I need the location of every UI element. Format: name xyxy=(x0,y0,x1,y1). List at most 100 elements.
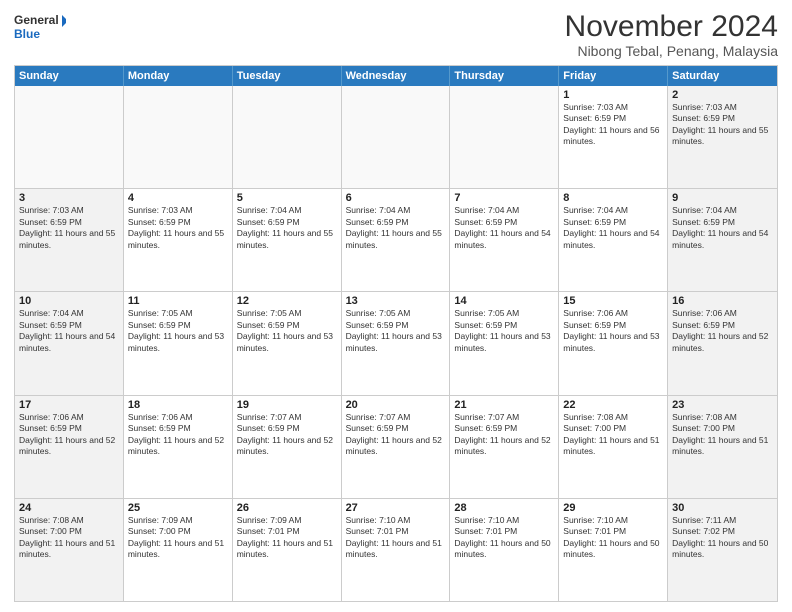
sunset-text: Sunset: 6:59 PM xyxy=(346,217,446,228)
sunset-text: Sunset: 6:59 PM xyxy=(563,320,663,331)
sunrise-text: Sunrise: 7:09 AM xyxy=(237,515,337,526)
daylight-text: Daylight: 11 hours and 54 minutes. xyxy=(563,228,663,251)
sunset-text: Sunset: 6:59 PM xyxy=(454,423,554,434)
sunset-text: Sunset: 6:59 PM xyxy=(454,217,554,228)
day-number: 30 xyxy=(672,502,773,514)
calendar-cell: 26 Sunrise: 7:09 AM Sunset: 7:01 PM Dayl… xyxy=(233,499,342,601)
calendar-cell: 27 Sunrise: 7:10 AM Sunset: 7:01 PM Dayl… xyxy=(342,499,451,601)
daylight-text: Daylight: 11 hours and 52 minutes. xyxy=(346,435,446,458)
day-number: 27 xyxy=(346,502,446,514)
sunset-text: Sunset: 6:59 PM xyxy=(454,320,554,331)
calendar-cell: 18 Sunrise: 7:06 AM Sunset: 6:59 PM Dayl… xyxy=(124,396,233,498)
sunrise-text: Sunrise: 7:05 AM xyxy=(128,308,228,319)
calendar-cell xyxy=(124,86,233,188)
day-number: 9 xyxy=(672,192,773,204)
sunrise-text: Sunrise: 7:03 AM xyxy=(128,205,228,216)
daylight-text: Daylight: 11 hours and 52 minutes. xyxy=(454,435,554,458)
calendar-cell xyxy=(450,86,559,188)
sunrise-text: Sunrise: 7:04 AM xyxy=(346,205,446,216)
sunset-text: Sunset: 7:02 PM xyxy=(672,526,773,537)
sunrise-text: Sunrise: 7:09 AM xyxy=(128,515,228,526)
day-number: 21 xyxy=(454,399,554,411)
day-number: 10 xyxy=(19,295,119,307)
calendar-cell: 8 Sunrise: 7:04 AM Sunset: 6:59 PM Dayli… xyxy=(559,189,668,291)
calendar-cell: 15 Sunrise: 7:06 AM Sunset: 6:59 PM Dayl… xyxy=(559,292,668,394)
sunset-text: Sunset: 6:59 PM xyxy=(128,217,228,228)
header-saturday: Saturday xyxy=(668,66,777,86)
header-sunday: Sunday xyxy=(15,66,124,86)
calendar-cell: 7 Sunrise: 7:04 AM Sunset: 6:59 PM Dayli… xyxy=(450,189,559,291)
sunrise-text: Sunrise: 7:04 AM xyxy=(563,205,663,216)
daylight-text: Daylight: 11 hours and 50 minutes. xyxy=(563,538,663,561)
sunset-text: Sunset: 6:59 PM xyxy=(563,217,663,228)
day-number: 22 xyxy=(563,399,663,411)
sunrise-text: Sunrise: 7:03 AM xyxy=(19,205,119,216)
day-number: 25 xyxy=(128,502,228,514)
location: Nibong Tebal, Penang, Malaysia xyxy=(565,43,778,59)
calendar-cell: 3 Sunrise: 7:03 AM Sunset: 6:59 PM Dayli… xyxy=(15,189,124,291)
calendar-cell: 28 Sunrise: 7:10 AM Sunset: 7:01 PM Dayl… xyxy=(450,499,559,601)
sunrise-text: Sunrise: 7:10 AM xyxy=(346,515,446,526)
day-number: 24 xyxy=(19,502,119,514)
sunset-text: Sunset: 6:59 PM xyxy=(346,423,446,434)
sunrise-text: Sunrise: 7:06 AM xyxy=(563,308,663,319)
calendar-week-5: 24 Sunrise: 7:08 AM Sunset: 7:00 PM Dayl… xyxy=(15,499,777,601)
day-number: 13 xyxy=(346,295,446,307)
day-number: 16 xyxy=(672,295,773,307)
logo-icon: General Blue xyxy=(14,10,66,46)
sunrise-text: Sunrise: 7:07 AM xyxy=(237,412,337,423)
daylight-text: Daylight: 11 hours and 53 minutes. xyxy=(454,331,554,354)
calendar-cell xyxy=(233,86,342,188)
sunrise-text: Sunrise: 7:05 AM xyxy=(454,308,554,319)
sunrise-text: Sunrise: 7:10 AM xyxy=(454,515,554,526)
month-title: November 2024 xyxy=(565,10,778,43)
day-number: 6 xyxy=(346,192,446,204)
sunrise-text: Sunrise: 7:08 AM xyxy=(563,412,663,423)
calendar-cell: 29 Sunrise: 7:10 AM Sunset: 7:01 PM Dayl… xyxy=(559,499,668,601)
daylight-text: Daylight: 11 hours and 52 minutes. xyxy=(672,331,773,354)
calendar-cell: 12 Sunrise: 7:05 AM Sunset: 6:59 PM Dayl… xyxy=(233,292,342,394)
sunrise-text: Sunrise: 7:04 AM xyxy=(454,205,554,216)
daylight-text: Daylight: 11 hours and 53 minutes. xyxy=(128,331,228,354)
day-number: 20 xyxy=(346,399,446,411)
calendar-cell: 9 Sunrise: 7:04 AM Sunset: 6:59 PM Dayli… xyxy=(668,189,777,291)
daylight-text: Daylight: 11 hours and 51 minutes. xyxy=(563,435,663,458)
header-thursday: Thursday xyxy=(450,66,559,86)
daylight-text: Daylight: 11 hours and 50 minutes. xyxy=(454,538,554,561)
calendar-cell: 2 Sunrise: 7:03 AM Sunset: 6:59 PM Dayli… xyxy=(668,86,777,188)
daylight-text: Daylight: 11 hours and 55 minutes. xyxy=(128,228,228,251)
sunset-text: Sunset: 6:59 PM xyxy=(672,320,773,331)
sunrise-text: Sunrise: 7:04 AM xyxy=(19,308,119,319)
calendar-cell: 5 Sunrise: 7:04 AM Sunset: 6:59 PM Dayli… xyxy=(233,189,342,291)
svg-text:Blue: Blue xyxy=(14,27,40,41)
sunrise-text: Sunrise: 7:04 AM xyxy=(237,205,337,216)
calendar-week-2: 3 Sunrise: 7:03 AM Sunset: 6:59 PM Dayli… xyxy=(15,189,777,292)
daylight-text: Daylight: 11 hours and 51 minutes. xyxy=(19,538,119,561)
sunrise-text: Sunrise: 7:08 AM xyxy=(672,412,773,423)
daylight-text: Daylight: 11 hours and 54 minutes. xyxy=(672,228,773,251)
calendar-week-4: 17 Sunrise: 7:06 AM Sunset: 6:59 PM Dayl… xyxy=(15,396,777,499)
daylight-text: Daylight: 11 hours and 52 minutes. xyxy=(19,435,119,458)
daylight-text: Daylight: 11 hours and 56 minutes. xyxy=(563,125,663,148)
sunrise-text: Sunrise: 7:03 AM xyxy=(672,102,773,113)
calendar-cell: 23 Sunrise: 7:08 AM Sunset: 7:00 PM Dayl… xyxy=(668,396,777,498)
calendar-cell: 1 Sunrise: 7:03 AM Sunset: 6:59 PM Dayli… xyxy=(559,86,668,188)
day-number: 12 xyxy=(237,295,337,307)
svg-text:General: General xyxy=(14,13,59,27)
sunrise-text: Sunrise: 7:11 AM xyxy=(672,515,773,526)
sunrise-text: Sunrise: 7:07 AM xyxy=(346,412,446,423)
page-header: General Blue November 2024 Nibong Tebal,… xyxy=(14,10,778,59)
sunset-text: Sunset: 7:01 PM xyxy=(346,526,446,537)
sunrise-text: Sunrise: 7:05 AM xyxy=(237,308,337,319)
calendar-cell xyxy=(342,86,451,188)
sunset-text: Sunset: 6:59 PM xyxy=(128,320,228,331)
day-number: 1 xyxy=(563,89,663,101)
daylight-text: Daylight: 11 hours and 53 minutes. xyxy=(237,331,337,354)
day-number: 29 xyxy=(563,502,663,514)
daylight-text: Daylight: 11 hours and 52 minutes. xyxy=(128,435,228,458)
header-tuesday: Tuesday xyxy=(233,66,342,86)
calendar-header: Sunday Monday Tuesday Wednesday Thursday… xyxy=(15,66,777,86)
sunset-text: Sunset: 6:59 PM xyxy=(19,423,119,434)
calendar-cell: 13 Sunrise: 7:05 AM Sunset: 6:59 PM Dayl… xyxy=(342,292,451,394)
calendar-cell: 22 Sunrise: 7:08 AM Sunset: 7:00 PM Dayl… xyxy=(559,396,668,498)
